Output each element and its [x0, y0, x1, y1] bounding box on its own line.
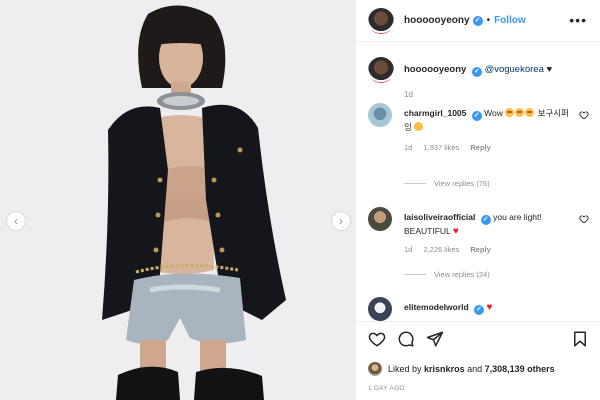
- verified-badge-icon: ✓: [471, 111, 482, 121]
- heart-symbol: ♥: [546, 64, 553, 75]
- carousel-prev-button[interactable]: ‹: [6, 211, 26, 231]
- commenter-avatar[interactable]: [368, 103, 392, 127]
- like-heart-icon[interactable]: [368, 330, 386, 348]
- liked-by-middle: and: [467, 364, 483, 374]
- star-eyes-emoji-icon: [515, 108, 525, 117]
- post-side-panel: hoooooyeony ✓ • Follow ••• hoooooyeony ✓…: [355, 0, 600, 400]
- comment-like-heart-icon[interactable]: [579, 110, 589, 120]
- commenter-avatar[interactable]: [368, 297, 392, 321]
- view-replies-button[interactable]: View replies (24): [404, 270, 490, 279]
- comment-body: charmgirl_1005 ✓ Wow 보구시퍼잉: [404, 107, 574, 133]
- comment-bubble-icon[interactable]: [397, 330, 415, 348]
- caption-username[interactable]: hoooooyeony: [404, 64, 466, 75]
- author-avatar[interactable]: [368, 7, 394, 34]
- liked-by-prefix: Liked by: [388, 364, 422, 374]
- comment-meta: 1d 1,937 likes Reply: [404, 143, 500, 152]
- liked-by-count[interactable]: 7,308,139 others: [485, 364, 555, 374]
- comment-body: laisoliveiraofficial ✓ you are light! BE…: [404, 211, 574, 238]
- commenter-username[interactable]: elitemodelworld: [404, 302, 469, 312]
- comment-like-heart-icon[interactable]: [579, 214, 589, 224]
- save-bookmark-icon[interactable]: [571, 330, 589, 348]
- pleading-face-emoji-icon: [414, 122, 424, 131]
- photo-illustration: [102, 5, 286, 400]
- comment-likes[interactable]: 1,937 likes: [423, 143, 459, 152]
- verified-badge-icon: ✓: [474, 305, 485, 315]
- share-paper-plane-icon[interactable]: [426, 330, 444, 348]
- liker-avatar[interactable]: [368, 362, 382, 376]
- caption-time[interactable]: 1d: [404, 90, 413, 99]
- more-options-icon[interactable]: •••: [569, 12, 587, 28]
- verified-badge-icon: ✓: [472, 15, 483, 26]
- commenter-avatar[interactable]: [368, 207, 392, 231]
- post-image[interactable]: ‹ ›: [0, 0, 355, 400]
- follow-button[interactable]: Follow: [494, 15, 526, 26]
- carousel-next-button[interactable]: ›: [331, 211, 351, 231]
- replies-divider-line: [404, 183, 426, 184]
- comment-time[interactable]: 1d: [404, 245, 412, 254]
- verified-badge-icon: ✓: [480, 215, 491, 225]
- comments-list[interactable]: hoooooyeony ✓ @voguekorea ♥ 1d charmgirl…: [356, 43, 600, 321]
- commenter-username[interactable]: laisoliveiraofficial: [404, 212, 475, 222]
- verified-badge-icon: ✓: [471, 67, 482, 77]
- comment-reply-button[interactable]: Reply: [470, 143, 490, 152]
- commenter-username[interactable]: charmgirl_1005: [404, 108, 466, 118]
- comment-time[interactable]: 1d: [404, 143, 412, 152]
- liked-by-user[interactable]: krisnkros: [424, 364, 465, 374]
- star-eyes-emoji-icon: [525, 108, 535, 117]
- view-replies-button[interactable]: View replies (76): [404, 179, 490, 188]
- comment-body: elitemodelworld ✓ ♥: [404, 301, 574, 315]
- liked-by-summary: Liked by krisnkros and 7,308,139 others: [368, 362, 555, 376]
- view-replies-label[interactable]: View replies (76): [434, 179, 490, 188]
- replies-divider-line: [404, 274, 426, 275]
- caption-avatar[interactable]: [368, 57, 394, 83]
- comment-meta: 1d 2,226 likes Reply: [404, 245, 500, 254]
- view-replies-label[interactable]: View replies (24): [434, 270, 490, 279]
- red-heart-emoji-icon: ♥: [486, 302, 493, 313]
- caption-mention[interactable]: @voguekorea: [485, 64, 544, 75]
- red-heart-emoji-icon: ♥: [452, 226, 459, 237]
- post-header: hoooooyeony ✓ • Follow •••: [356, 0, 600, 42]
- star-eyes-emoji-icon: [505, 108, 515, 117]
- separator-dot: •: [486, 15, 491, 26]
- comment-reply-button[interactable]: Reply: [470, 245, 490, 254]
- comment-likes[interactable]: 2,226 likes: [423, 245, 459, 254]
- comment-text: Wow: [484, 108, 503, 118]
- caption-text: hoooooyeony ✓ @voguekorea ♥: [404, 64, 552, 77]
- post-timestamp[interactable]: 1 DAY AGO: [368, 385, 405, 392]
- author-username[interactable]: hoooooyeony: [404, 15, 470, 26]
- post-actions: Liked by krisnkros and 7,308,139 others …: [356, 321, 600, 400]
